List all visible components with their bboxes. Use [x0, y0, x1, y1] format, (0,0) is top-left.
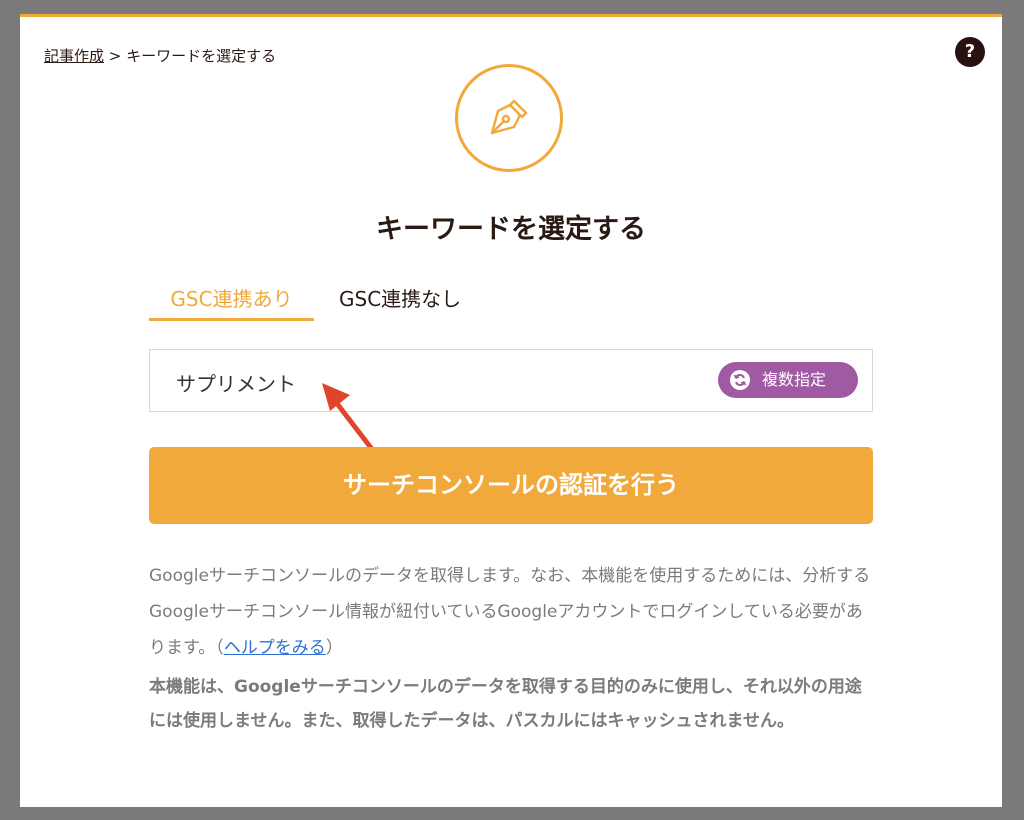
- tab-gsc-unlinked[interactable]: GSC連携なし: [339, 283, 461, 312]
- tab-gsc-linked[interactable]: GSC連携あり: [149, 283, 314, 321]
- multi-select-button[interactable]: 複数指定: [718, 362, 858, 398]
- description-close: ）: [325, 638, 343, 658]
- cycle-icon: [730, 370, 750, 390]
- keyword-field: 複数指定: [149, 349, 873, 412]
- breadcrumb-link-article-create[interactable]: 記事作成: [44, 47, 104, 65]
- pen-nib-icon: [490, 99, 528, 135]
- breadcrumb-separator: >: [104, 47, 127, 65]
- breadcrumb-current: キーワードを選定する: [126, 47, 277, 65]
- multi-select-label: 複数指定: [762, 370, 827, 389]
- description-text: Googleサーチコンソールのデータを取得します。なお、本機能を使用するためには…: [149, 558, 873, 666]
- breadcrumb: 記事作成 > キーワードを選定する: [44, 45, 276, 66]
- help-question-icon[interactable]: ?: [955, 37, 985, 67]
- dialog-panel: 記事作成 > キーワードを選定する ? キーワードを選定する GSC連携あり G…: [20, 14, 1002, 807]
- usage-note: 本機能は、Googleサーチコンソールのデータを取得する目的のみに使用し、それ以…: [149, 677, 862, 731]
- help-link[interactable]: ヘルプをみる: [224, 638, 326, 658]
- keyword-input[interactable]: [174, 364, 698, 400]
- hero-badge: [455, 64, 563, 172]
- search-console-auth-button[interactable]: サーチコンソールの認証を行う: [149, 447, 873, 524]
- page-title: キーワードを選定する: [376, 214, 646, 245]
